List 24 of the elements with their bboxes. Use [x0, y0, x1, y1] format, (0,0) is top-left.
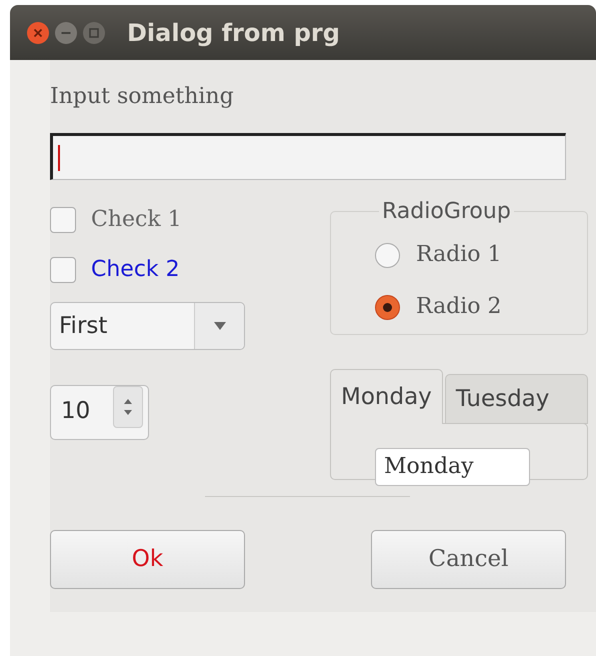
- checkbox[interactable]: [50, 207, 76, 233]
- radio-button[interactable]: [375, 294, 400, 320]
- maximize-icon[interactable]: [83, 22, 105, 44]
- tab[interactable]: Tuesday: [444, 374, 588, 424]
- radio-button[interactable]: [375, 242, 400, 268]
- dropdown-arrow-icon: [214, 322, 226, 330]
- window-title: Dialog from prg: [127, 18, 340, 48]
- input-field[interactable]: [50, 133, 566, 180]
- tab[interactable]: Monday: [330, 369, 443, 424]
- close-icon[interactable]: [27, 22, 49, 44]
- checkbox[interactable]: [50, 257, 76, 283]
- checkbox-label: Check 2: [91, 257, 180, 283]
- radio-label: Radio 1: [416, 242, 502, 268]
- checkbox-label: Check 1: [91, 207, 182, 233]
- text-field[interactable]: Monday: [375, 448, 530, 486]
- dialog-button[interactable]: Cancel: [371, 530, 566, 589]
- spin-box[interactable]: 10: [50, 385, 149, 440]
- dropdown[interactable]: First: [50, 302, 245, 350]
- minimize-icon[interactable]: [55, 22, 77, 44]
- radio-group-title: RadioGroup: [381, 198, 512, 226]
- input-label: Input something: [50, 84, 235, 110]
- radio-label: Radio 2: [416, 294, 502, 320]
- spin-arrows-icon[interactable]: [123, 397, 133, 417]
- dialog-button[interactable]: Ok: [50, 530, 245, 589]
